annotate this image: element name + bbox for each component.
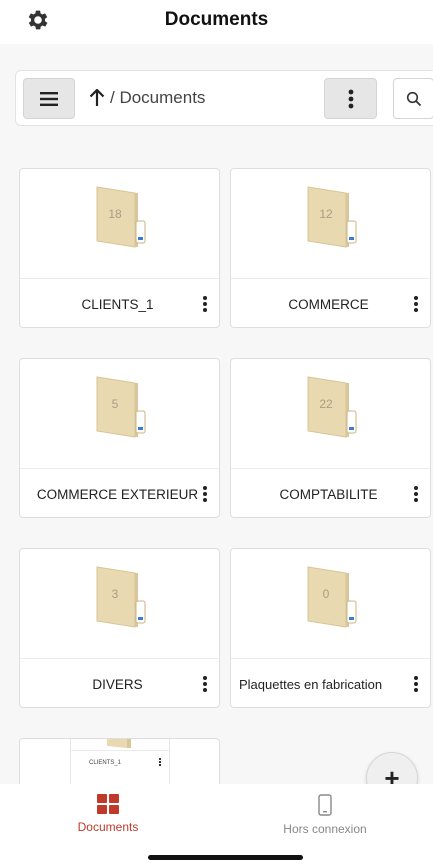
phone-icon	[318, 794, 332, 816]
breadcrumb: / Documents	[110, 88, 206, 107]
folder-name: DIVERS	[92, 676, 143, 692]
documents-content[interactable]: / Documents 18 CLIENTS_1 12 COMMERCE 5 C…	[0, 44, 433, 784]
folder-options-button[interactable]	[410, 483, 422, 505]
folder-thumbnail: 5	[20, 359, 219, 469]
folder-thumbnail-preview: CLIENTS_1	[70, 739, 170, 784]
search-icon	[406, 91, 421, 106]
folder-card[interactable]: 3 DIVERS	[19, 548, 220, 708]
folder-name: Plaquettes en fabrication	[239, 676, 383, 692]
home-indicator	[148, 855, 303, 860]
folder-options-button[interactable]	[199, 673, 211, 695]
folder-name: COMMERCE EXTERIEUR	[36, 486, 199, 502]
more-options-button[interactable]	[324, 78, 377, 119]
vertical-dots-icon	[348, 89, 353, 108]
nav-tab-label: Documents	[77, 820, 139, 834]
folder-options-button[interactable]	[199, 483, 211, 505]
folder-name: COMMERCE	[288, 296, 369, 312]
vertical-dots-icon	[159, 758, 161, 766]
folder-card-partial[interactable]: CLIENTS_1	[19, 738, 220, 784]
grid-icon	[97, 794, 119, 814]
page-title: Documents	[164, 9, 269, 30]
folder-thumbnail: 18	[20, 169, 219, 279]
folder-file-count: 3	[111, 587, 119, 601]
search-button[interactable]	[393, 78, 433, 119]
folder-thumbnail: 22	[231, 359, 430, 469]
nav-tab-label: Hors connexion	[283, 822, 367, 836]
hamburger-icon	[40, 91, 58, 106]
folder-file-count: 12	[319, 207, 333, 221]
folder-file-count: 0	[322, 587, 330, 601]
folder-card[interactable]: 0 Plaquettes en fabrication	[230, 548, 431, 708]
folder-name: CLIENTS_1	[81, 296, 154, 312]
folder-file-count: 5	[111, 397, 119, 411]
folder-card[interactable]: 12 COMMERCE	[230, 168, 431, 328]
folder-thumbnail: 12	[231, 169, 430, 279]
folder-card[interactable]: 18 CLIENTS_1	[19, 168, 220, 328]
folder-options-button[interactable]	[199, 293, 211, 315]
folder-thumbnail: 0	[231, 549, 430, 659]
folder-options-button[interactable]	[410, 673, 422, 695]
add-button[interactable]: +	[366, 752, 418, 784]
folder-thumbnail: 3	[20, 549, 219, 659]
folder-file-count: 18	[108, 207, 122, 221]
navigation-toolbar: / Documents	[15, 70, 433, 126]
folder-name: COMPTABILITE	[279, 486, 378, 502]
arrow-up-icon	[89, 89, 105, 106]
bottom-navigation: Documents Hors connexion	[0, 784, 433, 844]
parent-folder-button[interactable]	[88, 85, 106, 111]
folder-icon	[107, 739, 131, 748]
folder-card[interactable]: 22 COMPTABILITE	[230, 358, 431, 518]
folder-options-button[interactable]	[410, 293, 422, 315]
app-header: Documents	[0, 0, 433, 44]
folder-card[interactable]: 5 COMMERCE EXTERIEUR	[19, 358, 220, 518]
nav-tab-offline[interactable]: Hors connexion	[217, 794, 433, 844]
menu-button[interactable]	[23, 78, 75, 119]
folder-name: CLIENTS_1	[89, 760, 122, 766]
nav-tab-documents[interactable]: Documents	[0, 794, 216, 844]
folder-file-count: 22	[319, 397, 333, 411]
